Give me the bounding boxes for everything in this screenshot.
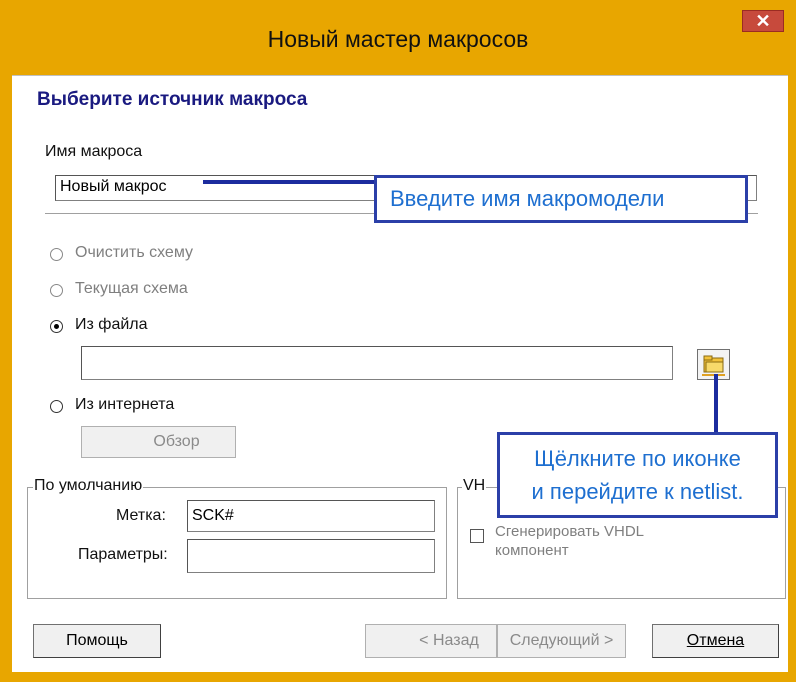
parameters-field-caption: Параметры:	[78, 546, 168, 563]
defaults-group-title: По умолчанию	[33, 477, 144, 495]
cancel-button[interactable]: Отмена	[652, 624, 779, 658]
callout-connector-line	[203, 180, 375, 184]
back-button[interactable]: < Назад	[365, 624, 497, 658]
generate-vhdl-checkbox[interactable]	[470, 529, 484, 543]
next-button-label: Следующий >	[509, 632, 614, 649]
radio-from-file[interactable]	[50, 320, 63, 333]
name-hint-callout: Введите имя макромодели	[374, 175, 748, 223]
back-button-label: < Назад	[419, 632, 479, 649]
icon-hint-callout: Щёлкните по иконке и перейдите к netlist…	[497, 432, 778, 518]
vhdl-group-title: VH	[462, 477, 487, 495]
window-title: Новый мастер макросов	[267, 26, 529, 52]
cancel-button-label: Отмена	[686, 632, 745, 649]
generate-vhdl-label-line2: компонент	[495, 542, 569, 559]
parameters-input[interactable]	[187, 539, 435, 573]
help-button-label: Помощь	[66, 632, 128, 649]
macro-name-label: Имя макроса	[45, 143, 143, 160]
browse-button[interactable]: Обзор	[81, 426, 236, 458]
radio-current-schematic[interactable]	[50, 284, 63, 297]
browse-button-label: Обзор	[153, 433, 200, 450]
generate-vhdl-label-line1: Сгенерировать VHDL	[495, 523, 645, 540]
radio-clear-schematic-label: Очистить схему	[75, 244, 193, 261]
label-input[interactable]: SCK#	[187, 500, 435, 532]
page-heading: Выберите источник макроса	[37, 89, 308, 110]
next-button[interactable]: Следующий >	[497, 624, 626, 658]
file-path-input[interactable]	[81, 346, 673, 380]
radio-current-schematic-label: Текущая схема	[75, 280, 188, 297]
name-hint-text: Введите имя макромодели	[390, 186, 665, 211]
dialog-window: Новый мастер макросов ✕ Выберите источни…	[0, 0, 796, 682]
title-bar: Новый мастер макросов ✕	[0, 0, 796, 82]
close-button[interactable]: ✕	[742, 10, 784, 32]
icon-hint-line1: Щёлкните по иконке	[534, 446, 741, 471]
icon-callout-connector-line	[714, 374, 718, 434]
help-button[interactable]: Помощь	[33, 624, 161, 658]
label-field-caption: Метка:	[116, 507, 166, 524]
icon-hint-line2: и перейдите к netlist.	[531, 479, 744, 504]
radio-from-internet-label: Из интернета	[75, 396, 175, 413]
close-icon[interactable]: ✕	[755, 11, 770, 31]
radio-clear-schematic[interactable]	[50, 248, 63, 261]
radio-selected-dot	[53, 323, 59, 329]
radio-from-internet[interactable]	[50, 400, 63, 413]
radio-from-file-label: Из файла	[75, 316, 148, 333]
